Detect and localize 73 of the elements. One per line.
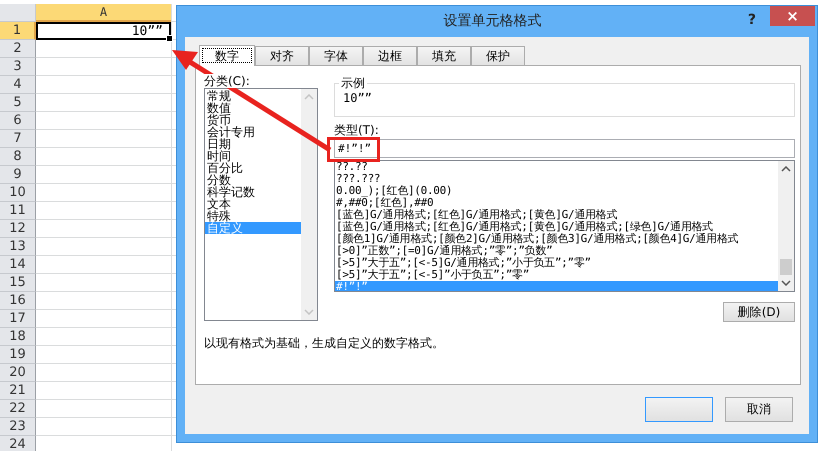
category-item[interactable]: 常规 bbox=[205, 90, 301, 102]
format-item[interactable]: [颜色1]G/通用格式;[颜色2]G/通用格式;[颜色3]G/通用格式;[颜色4]G/通用格式 bbox=[335, 233, 778, 245]
row-header[interactable]: 7 bbox=[0, 130, 36, 148]
close-button[interactable]: × bbox=[770, 6, 815, 26]
scrollbar[interactable] bbox=[778, 161, 794, 291]
dialog-button[interactable] bbox=[645, 397, 713, 422]
category-item[interactable]: 分数 bbox=[205, 174, 301, 186]
format-item[interactable]: [>5]”大于五”;[<-5]”小于负五”;”零” bbox=[335, 269, 778, 281]
category-item[interactable]: 科学记数 bbox=[205, 186, 301, 198]
category-item[interactable]: 特殊 bbox=[205, 210, 301, 222]
scroll-thumb[interactable] bbox=[780, 259, 792, 275]
sample-value: 10”” bbox=[343, 91, 372, 105]
window-title: 设置单元格格式 bbox=[442, 12, 542, 31]
help-button[interactable]: ? bbox=[748, 12, 756, 28]
sample-label: 示例 bbox=[339, 75, 367, 92]
format-item[interactable]: [>0]”正数”;[=0]G/通用格式;”零”;”负数” bbox=[335, 245, 778, 257]
table-cell[interactable]: 10”” bbox=[36, 22, 171, 40]
category-label: 分类(C): bbox=[204, 74, 250, 88]
row-header[interactable]: 6 bbox=[0, 112, 36, 130]
format-list[interactable] bbox=[334, 160, 795, 292]
category-item[interactable]: 会计专用 bbox=[205, 126, 301, 138]
category-item[interactable]: 文本 bbox=[205, 198, 301, 210]
tab[interactable]: 对齐 bbox=[255, 46, 309, 65]
category-item[interactable]: 数值 bbox=[205, 102, 301, 114]
row-header[interactable]: 8 bbox=[0, 148, 36, 166]
row-header[interactable]: 11 bbox=[0, 202, 36, 220]
tab[interactable]: 保护 bbox=[471, 46, 525, 65]
category-item[interactable]: 百分比 bbox=[205, 162, 301, 174]
category-item[interactable]: 时间 bbox=[205, 150, 301, 162]
row-header[interactable]: 10 bbox=[0, 184, 36, 202]
tab[interactable]: 数字 bbox=[199, 45, 255, 66]
row-header[interactable]: 18 bbox=[0, 328, 36, 346]
category-item[interactable]: 日期 bbox=[205, 138, 301, 150]
scroll-up-icon[interactable] bbox=[781, 166, 791, 172]
select-all-corner[interactable] bbox=[0, 4, 36, 22]
row-header[interactable]: 13 bbox=[0, 238, 36, 256]
row-header[interactable]: 1 bbox=[0, 22, 36, 40]
tab[interactable]: 字体 bbox=[309, 46, 363, 65]
format-item[interactable]: ??.?? bbox=[335, 161, 778, 173]
scroll-down-icon[interactable] bbox=[781, 280, 791, 286]
row-header[interactable]: 5 bbox=[0, 94, 36, 112]
type-field[interactable]: #!”!” bbox=[334, 139, 795, 158]
tab[interactable]: 边框 bbox=[363, 46, 417, 65]
format-item[interactable]: #,##0;[红色],##0 bbox=[335, 197, 778, 209]
description-text: 以现有格式为基础，生成自定义的数字格式。 bbox=[204, 335, 445, 352]
format-item[interactable]: 0.00_);[红色](0.00) bbox=[335, 185, 778, 197]
row-header[interactable]: 2 bbox=[0, 40, 36, 58]
row-header[interactable]: 16 bbox=[0, 292, 36, 310]
highlight-frame bbox=[327, 137, 380, 162]
category-item[interactable]: 货币 bbox=[205, 114, 301, 126]
row-header[interactable]: 20 bbox=[0, 364, 36, 382]
row-header[interactable]: 14 bbox=[0, 256, 36, 274]
cancel-button[interactable]: 取消 bbox=[725, 397, 793, 422]
row-header[interactable]: 9 bbox=[0, 166, 36, 184]
row-header[interactable]: 21 bbox=[0, 382, 36, 400]
tab[interactable]: 填充 bbox=[417, 46, 471, 65]
row-header[interactable]: 3 bbox=[0, 58, 36, 76]
row-header[interactable]: 12 bbox=[0, 220, 36, 238]
row-header[interactable]: 24 bbox=[0, 436, 36, 451]
row-header[interactable]: 4 bbox=[0, 76, 36, 94]
type-label: 类型(T): bbox=[334, 123, 379, 137]
column-header[interactable]: A bbox=[36, 4, 171, 22]
delete-button[interactable]: 删除(D) bbox=[723, 302, 795, 322]
row-header[interactable]: 15 bbox=[0, 274, 36, 292]
format-item[interactable]: ???.??? bbox=[335, 173, 778, 185]
category-list[interactable]: 常规 数值 货币 会计专用 日期 时间 百分比 分数 科学记数 文本 特殊 自定义 bbox=[204, 88, 318, 321]
row-header[interactable]: 17 bbox=[0, 310, 36, 328]
format-item[interactable]: [蓝色]G/通用格式;[红色]G/通用格式;[黄色]G/通用格式;[绿色]G/通用格式 bbox=[335, 221, 778, 233]
row-header[interactable]: 23 bbox=[0, 418, 36, 436]
format-item[interactable]: [>5]”大于五”;[<-5]G/通用格式;”小于负五”;”零” bbox=[335, 257, 778, 269]
row-header[interactable]: 19 bbox=[0, 346, 36, 364]
format-item[interactable]: [蓝色]G/通用格式;[红色]G/通用格式;[黄色]G/通用格式 bbox=[335, 209, 778, 221]
row-header[interactable]: 22 bbox=[0, 400, 36, 418]
